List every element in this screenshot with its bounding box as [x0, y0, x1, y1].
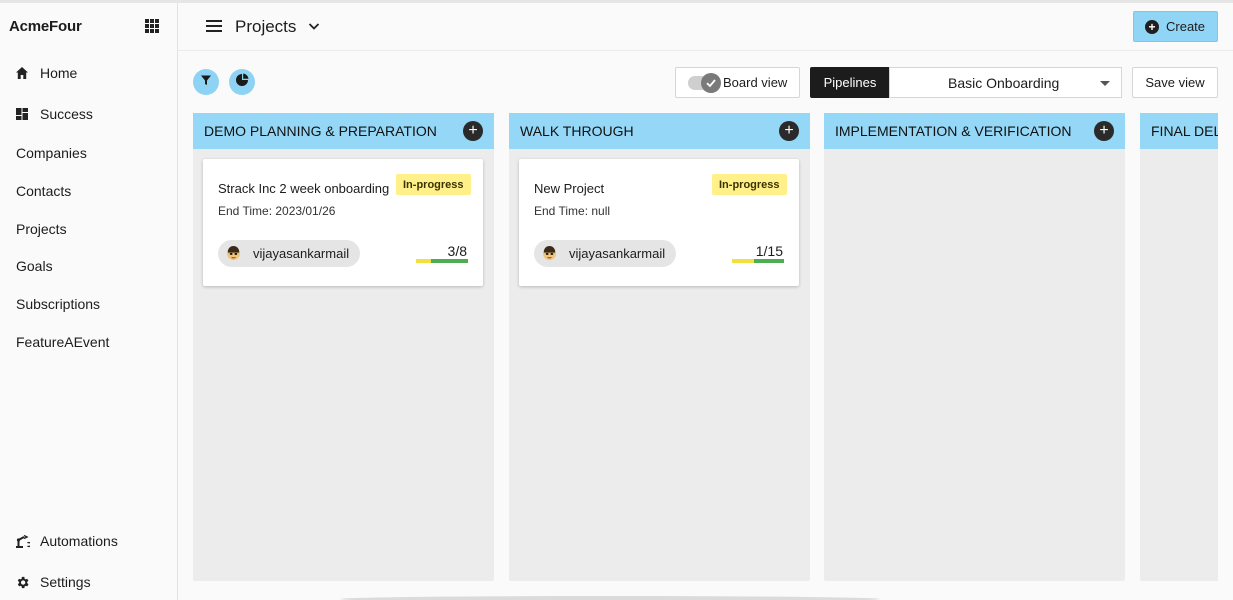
assignee-name: vijayasankarmail — [569, 246, 666, 261]
board-column: DEMO PLANNING & PREPARATION + Strack Inc… — [193, 113, 494, 581]
apps-grid-icon[interactable] — [145, 19, 159, 33]
board-view-label: Board view — [723, 75, 788, 90]
board-column: WALK THROUGH + New Project End Time: nul… — [509, 113, 810, 581]
sidebar-item-subscriptions[interactable]: Subscriptions — [0, 288, 177, 320]
board-column: IMPLEMENTATION & VERIFICATION + — [824, 113, 1125, 581]
sidebar-item-label: Home — [40, 65, 78, 81]
assignee-chip[interactable]: vijayasankarmail — [218, 240, 361, 267]
column-header: DEMO PLANNING & PREPARATION + — [193, 113, 494, 149]
sidebar-item-companies[interactable]: Companies — [0, 137, 177, 169]
progress-fill — [416, 259, 431, 263]
sidebar-item-contacts[interactable]: Contacts — [0, 175, 177, 207]
board-view-toggle[interactable]: Board view — [675, 67, 800, 98]
project-card[interactable]: New Project End Time: null In-progress v… — [519, 159, 799, 286]
card-end-time: End Time: 2023/01/26 — [218, 204, 336, 218]
filter-icon — [200, 73, 212, 91]
card-title: Strack Inc 2 week onboarding — [218, 181, 390, 196]
sidebar-item-projects[interactable]: Projects — [0, 213, 177, 245]
gear-icon — [14, 574, 30, 590]
filter-button[interactable] — [193, 69, 219, 95]
dashboard-icon — [14, 106, 30, 122]
assignee-name: vijayasankarmail — [253, 246, 350, 261]
progress-count: 1/15 — [755, 243, 783, 259]
progress-fill — [732, 259, 754, 263]
sidebar-item-home[interactable]: Home — [0, 57, 177, 89]
assignee-chip[interactable]: vijayasankarmail — [534, 240, 677, 267]
chart-button[interactable] — [229, 69, 255, 95]
menu-icon[interactable] — [206, 20, 222, 32]
avatar — [542, 246, 557, 261]
column-header: IMPLEMENTATION & VERIFICATION + — [824, 113, 1125, 149]
sidebar-item-featureaevent[interactable]: FeatureAEvent — [0, 326, 177, 358]
caret-down-icon — [1100, 81, 1110, 86]
home-icon — [14, 65, 30, 81]
top-header: Projects + Create — [178, 3, 1233, 51]
robot-arm-icon — [14, 533, 30, 549]
sidebar-item-settings[interactable]: Settings — [0, 566, 177, 598]
progress-bar — [416, 259, 468, 263]
check-icon — [701, 72, 721, 93]
scroll-shadow — [340, 596, 880, 600]
pie-chart-icon — [235, 73, 249, 92]
plus-circle-icon: + — [1145, 19, 1159, 34]
column-header: WALK THROUGH + — [509, 113, 810, 149]
avatar — [226, 246, 241, 261]
column-header: FINAL DELIVERY — [1140, 113, 1218, 149]
sidebar-item-label: Goals — [16, 258, 53, 274]
sidebar-item-goals[interactable]: Goals — [0, 250, 177, 282]
sidebar: AcmeFour Home Success Companies Contacts… — [0, 3, 178, 600]
sidebar-item-label: FeatureAEvent — [16, 334, 110, 350]
board-column: FINAL DELIVERY — [1140, 113, 1218, 581]
sidebar-item-label: Subscriptions — [16, 296, 101, 312]
project-card[interactable]: Strack Inc 2 week onboarding End Time: 2… — [203, 159, 483, 286]
sidebar-item-label: Success — [40, 106, 93, 122]
status-badge: In-progress — [396, 174, 471, 195]
sidebar-item-label: Settings — [40, 574, 91, 590]
create-button[interactable]: + Create — [1133, 11, 1218, 42]
sidebar-item-automations[interactable]: Automations — [0, 525, 177, 557]
column-title: WALK THROUGH — [520, 123, 634, 139]
brand-logo: AcmeFour — [9, 18, 82, 35]
sidebar-item-label: Automations — [40, 533, 118, 549]
create-button-label: Create — [1166, 19, 1206, 34]
column-title: FINAL DELIVERY — [1151, 123, 1218, 139]
pipelines-button[interactable]: Pipelines — [810, 67, 890, 98]
add-card-button[interactable]: + — [463, 121, 483, 141]
column-title: IMPLEMENTATION & VERIFICATION — [835, 123, 1072, 139]
card-end-time: End Time: null — [534, 204, 611, 218]
sidebar-item-label: Projects — [16, 221, 67, 237]
page-title: Projects — [235, 17, 297, 36]
sidebar-item-success[interactable]: Success — [0, 98, 177, 130]
pipeline-select[interactable]: Basic Onboarding — [889, 67, 1122, 98]
progress-bar — [732, 259, 784, 263]
column-title: DEMO PLANNING & PREPARATION — [204, 123, 437, 139]
save-view-button[interactable]: Save view — [1132, 67, 1218, 98]
add-card-button[interactable]: + — [779, 121, 799, 141]
add-card-button[interactable]: + — [1094, 121, 1114, 141]
kanban-board: DEMO PLANNING & PREPARATION + Strack Inc… — [178, 100, 1218, 600]
toggle-switch[interactable] — [688, 72, 721, 93]
chevron-down-icon[interactable] — [308, 18, 320, 39]
sidebar-item-label: Companies — [16, 145, 87, 161]
pipeline-select-value: Basic Onboarding — [948, 75, 1060, 91]
sidebar-item-label: Contacts — [16, 183, 72, 199]
status-badge: In-progress — [712, 174, 787, 195]
progress-count: 3/8 — [447, 243, 467, 259]
card-title: New Project — [534, 181, 605, 196]
